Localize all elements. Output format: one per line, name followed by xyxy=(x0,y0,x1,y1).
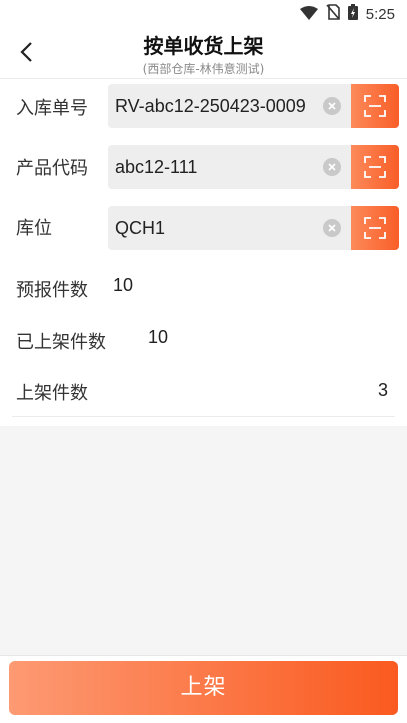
clear-icon xyxy=(328,224,336,232)
shelve-qty-input[interactable]: 3 xyxy=(378,380,388,401)
scan-icon xyxy=(364,95,386,117)
no-sim-icon xyxy=(326,4,340,24)
wifi-icon xyxy=(299,5,318,24)
forecast-qty-value: 10 xyxy=(113,275,134,295)
inbound-no-label: 入库单号 xyxy=(16,98,88,119)
battery-charging-icon xyxy=(347,4,358,24)
location-scan-button[interactable] xyxy=(351,206,399,250)
inbound-no-clear-button[interactable] xyxy=(323,97,341,115)
location-clear-button[interactable] xyxy=(323,219,341,237)
product-code-clear-button[interactable] xyxy=(323,158,341,176)
inbound-no-scan-button[interactable] xyxy=(351,84,399,128)
divider xyxy=(12,416,395,417)
product-code-label: 产品代码 xyxy=(16,158,88,179)
header: 按单收货上架 (西部仓库-林伟意测试) xyxy=(0,28,407,79)
shelve-button[interactable]: 上架 xyxy=(9,661,398,715)
inbound-no-field[interactable]: RV-abc12-250423-0009 xyxy=(108,84,399,128)
shelved-qty-label: 已上架件数 xyxy=(16,332,106,353)
bottom-bar: 上架 xyxy=(0,655,407,723)
page-title: 按单收货上架 xyxy=(143,34,264,58)
shelve-qty-label: 上架件数 xyxy=(16,383,88,404)
page-subtitle: (西部仓库-林伟意测试) xyxy=(142,62,265,76)
forecast-qty-label: 预报件数 xyxy=(16,280,88,301)
product-code-value: abc12-111 xyxy=(115,157,198,177)
location-label: 库位 xyxy=(16,218,52,239)
product-code-field[interactable]: abc12-111 xyxy=(108,145,399,189)
clear-icon xyxy=(328,102,336,110)
shelved-qty-value: 10 xyxy=(148,327,169,347)
shelving-form: 入库单号 RV-abc12-250423-0009 产品代码 abc12-111… xyxy=(0,79,407,426)
status-bar: 5:25 xyxy=(0,0,407,28)
location-field[interactable]: QCH1 xyxy=(108,206,399,250)
status-icons: 5:25 xyxy=(299,4,395,24)
clear-icon xyxy=(328,163,336,171)
status-time: 5:25 xyxy=(365,5,395,23)
scan-icon xyxy=(364,217,386,239)
inbound-no-value: RV-abc12-250423-0009 xyxy=(115,96,306,116)
scan-icon xyxy=(364,156,386,178)
location-value: QCH1 xyxy=(115,218,166,238)
product-code-scan-button[interactable] xyxy=(351,145,399,189)
